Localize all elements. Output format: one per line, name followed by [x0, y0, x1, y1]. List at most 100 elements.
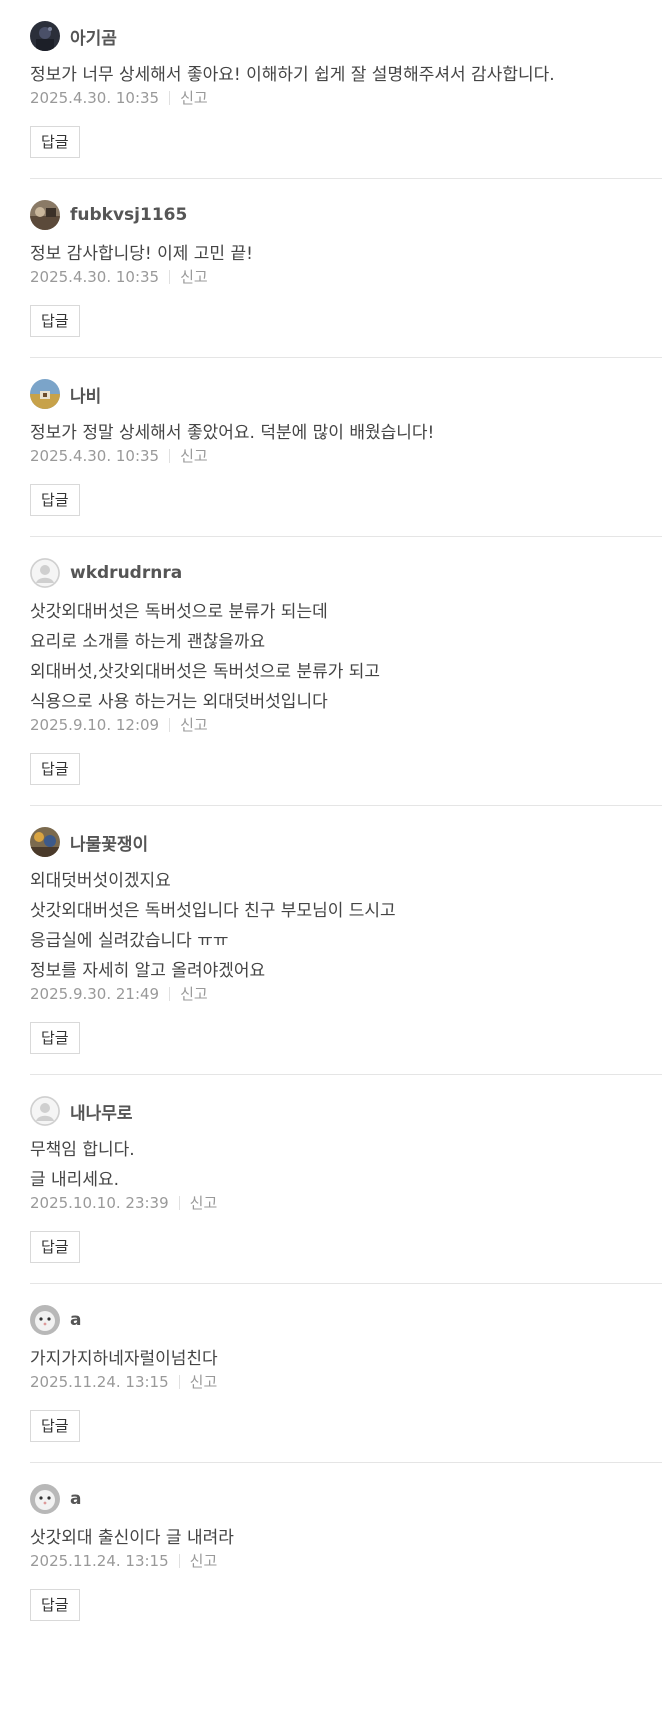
comment-header: 내나무로	[30, 1095, 662, 1127]
comment-date: 2025.4.30. 10:35	[30, 447, 160, 465]
report-link[interactable]: 신고	[180, 715, 208, 735]
report-link[interactable]: 신고	[190, 1551, 218, 1571]
meta-divider	[169, 718, 171, 732]
comment-text-line: 정보가 너무 상세해서 좋아요! 이해하기 쉽게 잘 설명해주셔서 감사합니다.	[30, 65, 555, 85]
comment-author[interactable]: wkdrudrnra	[70, 563, 182, 583]
comment-header: fubkvsj1165	[30, 199, 662, 231]
comment-author[interactable]: a	[70, 1310, 81, 1330]
comment-text-line: 정보를 자세히 알고 올려야겠어요	[30, 961, 266, 981]
comment-text: 정보가 너무 상세해서 좋아요! 이해하기 쉽게 잘 설명해주셔서 감사합니다.	[30, 60, 662, 90]
reply-button[interactable]: 답글	[30, 1410, 80, 1442]
meta-divider	[169, 91, 171, 105]
reply-button[interactable]: 답글	[30, 753, 80, 785]
report-link[interactable]: 신고	[190, 1193, 218, 1213]
report-link[interactable]: 신고	[180, 88, 208, 108]
avatar[interactable]	[30, 379, 60, 409]
report-link[interactable]: 신고	[180, 446, 208, 466]
comment-text: 정보가 정말 상세해서 좋았어요. 덕분에 많이 배웠습니다!	[30, 418, 662, 448]
reply-button-row: 답글	[30, 1392, 662, 1442]
comment-text-line: 가지가지하네자럴이넘친다	[30, 1349, 218, 1369]
reply-button[interactable]: 답글	[30, 1022, 80, 1054]
comment-author[interactable]: a	[70, 1489, 81, 1509]
reply-button-row: 답글	[30, 1571, 662, 1621]
meta-divider	[178, 1375, 180, 1389]
comment-item: wkdrudrnra 삿갓외대버섯은 독버섯으로 분류가 되는데요리로 소개를 하…	[30, 537, 662, 806]
reply-button[interactable]: 답글	[30, 305, 80, 337]
reply-button-row: 답글	[30, 466, 662, 516]
avatar[interactable]	[30, 558, 60, 588]
comment-text-line: 요리로 소개를 하는게 괜찮을까요	[30, 632, 266, 652]
meta-divider	[178, 1196, 180, 1210]
reply-button[interactable]: 답글	[30, 1589, 80, 1621]
comment-author[interactable]: 내나무로	[70, 1099, 133, 1124]
meta-divider	[178, 1554, 180, 1568]
comment-meta: 2025.10.10. 23:39 신고	[30, 1193, 662, 1213]
comment-list: 아기곰정보가 너무 상세해서 좋아요! 이해하기 쉽게 잘 설명해주셔서 감사합…	[30, 0, 662, 1641]
comment-item: 내나무로무책임 합니다. 글 내리세요. 2025.10.10. 23:39 신고답글	[30, 1075, 662, 1284]
comment-text-line: 삿갓외대버섯은 독버섯입니다 친구 부모님이 드시고	[30, 901, 396, 921]
comment-item: fubkvsj1165 정보 감사합니당! 이제 고민 끝! 2025.4.30. …	[30, 179, 662, 358]
comment-author[interactable]: 아기곰	[70, 24, 117, 49]
reply-button[interactable]: 답글	[30, 126, 80, 158]
comment-meta: 2025.11.24. 13:15 신고	[30, 1372, 662, 1392]
comment-text-line: 외대버섯,삿갓외대버섯은 독버섯으로 분류가 되고	[30, 662, 381, 682]
comment-meta: 2025.4.30. 10:35 신고	[30, 446, 662, 466]
avatar[interactable]	[30, 200, 60, 230]
reply-button-row: 답글	[30, 287, 662, 337]
comment-text-line: 글 내리세요.	[30, 1170, 120, 1190]
comment-date: 2025.10.10. 23:39	[30, 1194, 169, 1212]
comment-text-line: 삿갓외대버섯은 독버섯으로 분류가 되는데	[30, 602, 328, 622]
reply-button-row: 답글	[30, 1004, 662, 1054]
comment-item: a 삿갓외대 출신이다 글 내려라 2025.11.24. 13:15 신고 답글	[30, 1463, 662, 1641]
comment-text-line: 무책임 합니다.	[30, 1140, 135, 1160]
comment-date: 2025.9.10. 12:09	[30, 716, 160, 734]
report-link[interactable]: 신고	[190, 1372, 218, 1392]
comment-date: 2025.11.24. 13:15	[30, 1373, 169, 1391]
comment-item: 나비정보가 정말 상세해서 좋았어요. 덕분에 많이 배웠습니다! 2025.4.…	[30, 358, 662, 537]
avatar[interactable]	[30, 1096, 60, 1126]
comment-text: 무책임 합니다. 글 내리세요.	[30, 1135, 662, 1195]
comment-text: 외대덧버섯이겠지요삿갓외대버섯은 독버섯입니다 친구 부모님이 드시고응급실에 …	[30, 866, 662, 986]
meta-divider	[169, 270, 171, 284]
comment-author[interactable]: 나물꽃쟁이	[70, 830, 148, 855]
reply-button[interactable]: 답글	[30, 484, 80, 516]
report-link[interactable]: 신고	[180, 984, 208, 1004]
comment-meta: 2025.4.30. 10:35 신고	[30, 88, 662, 108]
comment-text: 삿갓외대버섯은 독버섯으로 분류가 되는데요리로 소개를 하는게 괜찮을까요외대…	[30, 597, 662, 717]
comment-author[interactable]: 나비	[70, 382, 101, 407]
reply-button-row: 답글	[30, 735, 662, 785]
avatar[interactable]	[30, 1305, 60, 1335]
comment-text-line: 외대덧버섯이겠지요	[30, 871, 171, 891]
comment-meta: 2025.9.10. 12:09 신고	[30, 715, 662, 735]
avatar[interactable]	[30, 21, 60, 51]
report-link[interactable]: 신고	[180, 267, 208, 287]
comment-author[interactable]: fubkvsj1165	[70, 205, 187, 225]
comment-date: 2025.4.30. 10:35	[30, 89, 160, 107]
comment-text: 삿갓외대 출신이다 글 내려라	[30, 1523, 662, 1553]
comment-text-line: 정보가 정말 상세해서 좋았어요. 덕분에 많이 배웠습니다!	[30, 423, 435, 443]
reply-button-row: 답글	[30, 1213, 662, 1263]
comment-date: 2025.4.30. 10:35	[30, 268, 160, 286]
avatar[interactable]	[30, 827, 60, 857]
comment-header: 나비	[30, 378, 662, 410]
comment-text-line: 응급실에 실려갔습니다 ㅠㅠ	[30, 931, 229, 951]
comment-header: a	[30, 1304, 662, 1336]
reply-button[interactable]: 답글	[30, 1231, 80, 1263]
meta-divider	[169, 987, 171, 1001]
comment-text-line: 정보 감사합니당! 이제 고민 끝!	[30, 244, 253, 264]
comment-item: a 가지가지하네자럴이넘친다 2025.11.24. 13:15 신고답글	[30, 1284, 662, 1463]
comment-text: 가지가지하네자럴이넘친다	[30, 1344, 662, 1374]
comment-text: 정보 감사합니당! 이제 고민 끝!	[30, 239, 662, 269]
comment-date: 2025.9.30. 21:49	[30, 985, 160, 1003]
comment-text-line: 식용으로 사용 하는거는 외대덧버섯입니다	[30, 692, 328, 712]
comment-item: 나물꽃쟁이외대덧버섯이겠지요삿갓외대버섯은 독버섯입니다 친구 부모님이 드시고…	[30, 806, 662, 1075]
reply-button-row: 답글	[30, 108, 662, 158]
comment-meta: 2025.9.30. 21:49 신고	[30, 984, 662, 1004]
comment-header: 나물꽃쟁이	[30, 826, 662, 858]
comment-header: a	[30, 1483, 662, 1515]
comment-meta: 2025.4.30. 10:35 신고	[30, 267, 662, 287]
avatar[interactable]	[30, 1484, 60, 1514]
comment-item: 아기곰정보가 너무 상세해서 좋아요! 이해하기 쉽게 잘 설명해주셔서 감사합…	[30, 0, 662, 179]
comment-header: 아기곰	[30, 20, 662, 52]
comment-text-line: 삿갓외대 출신이다 글 내려라	[30, 1528, 234, 1548]
